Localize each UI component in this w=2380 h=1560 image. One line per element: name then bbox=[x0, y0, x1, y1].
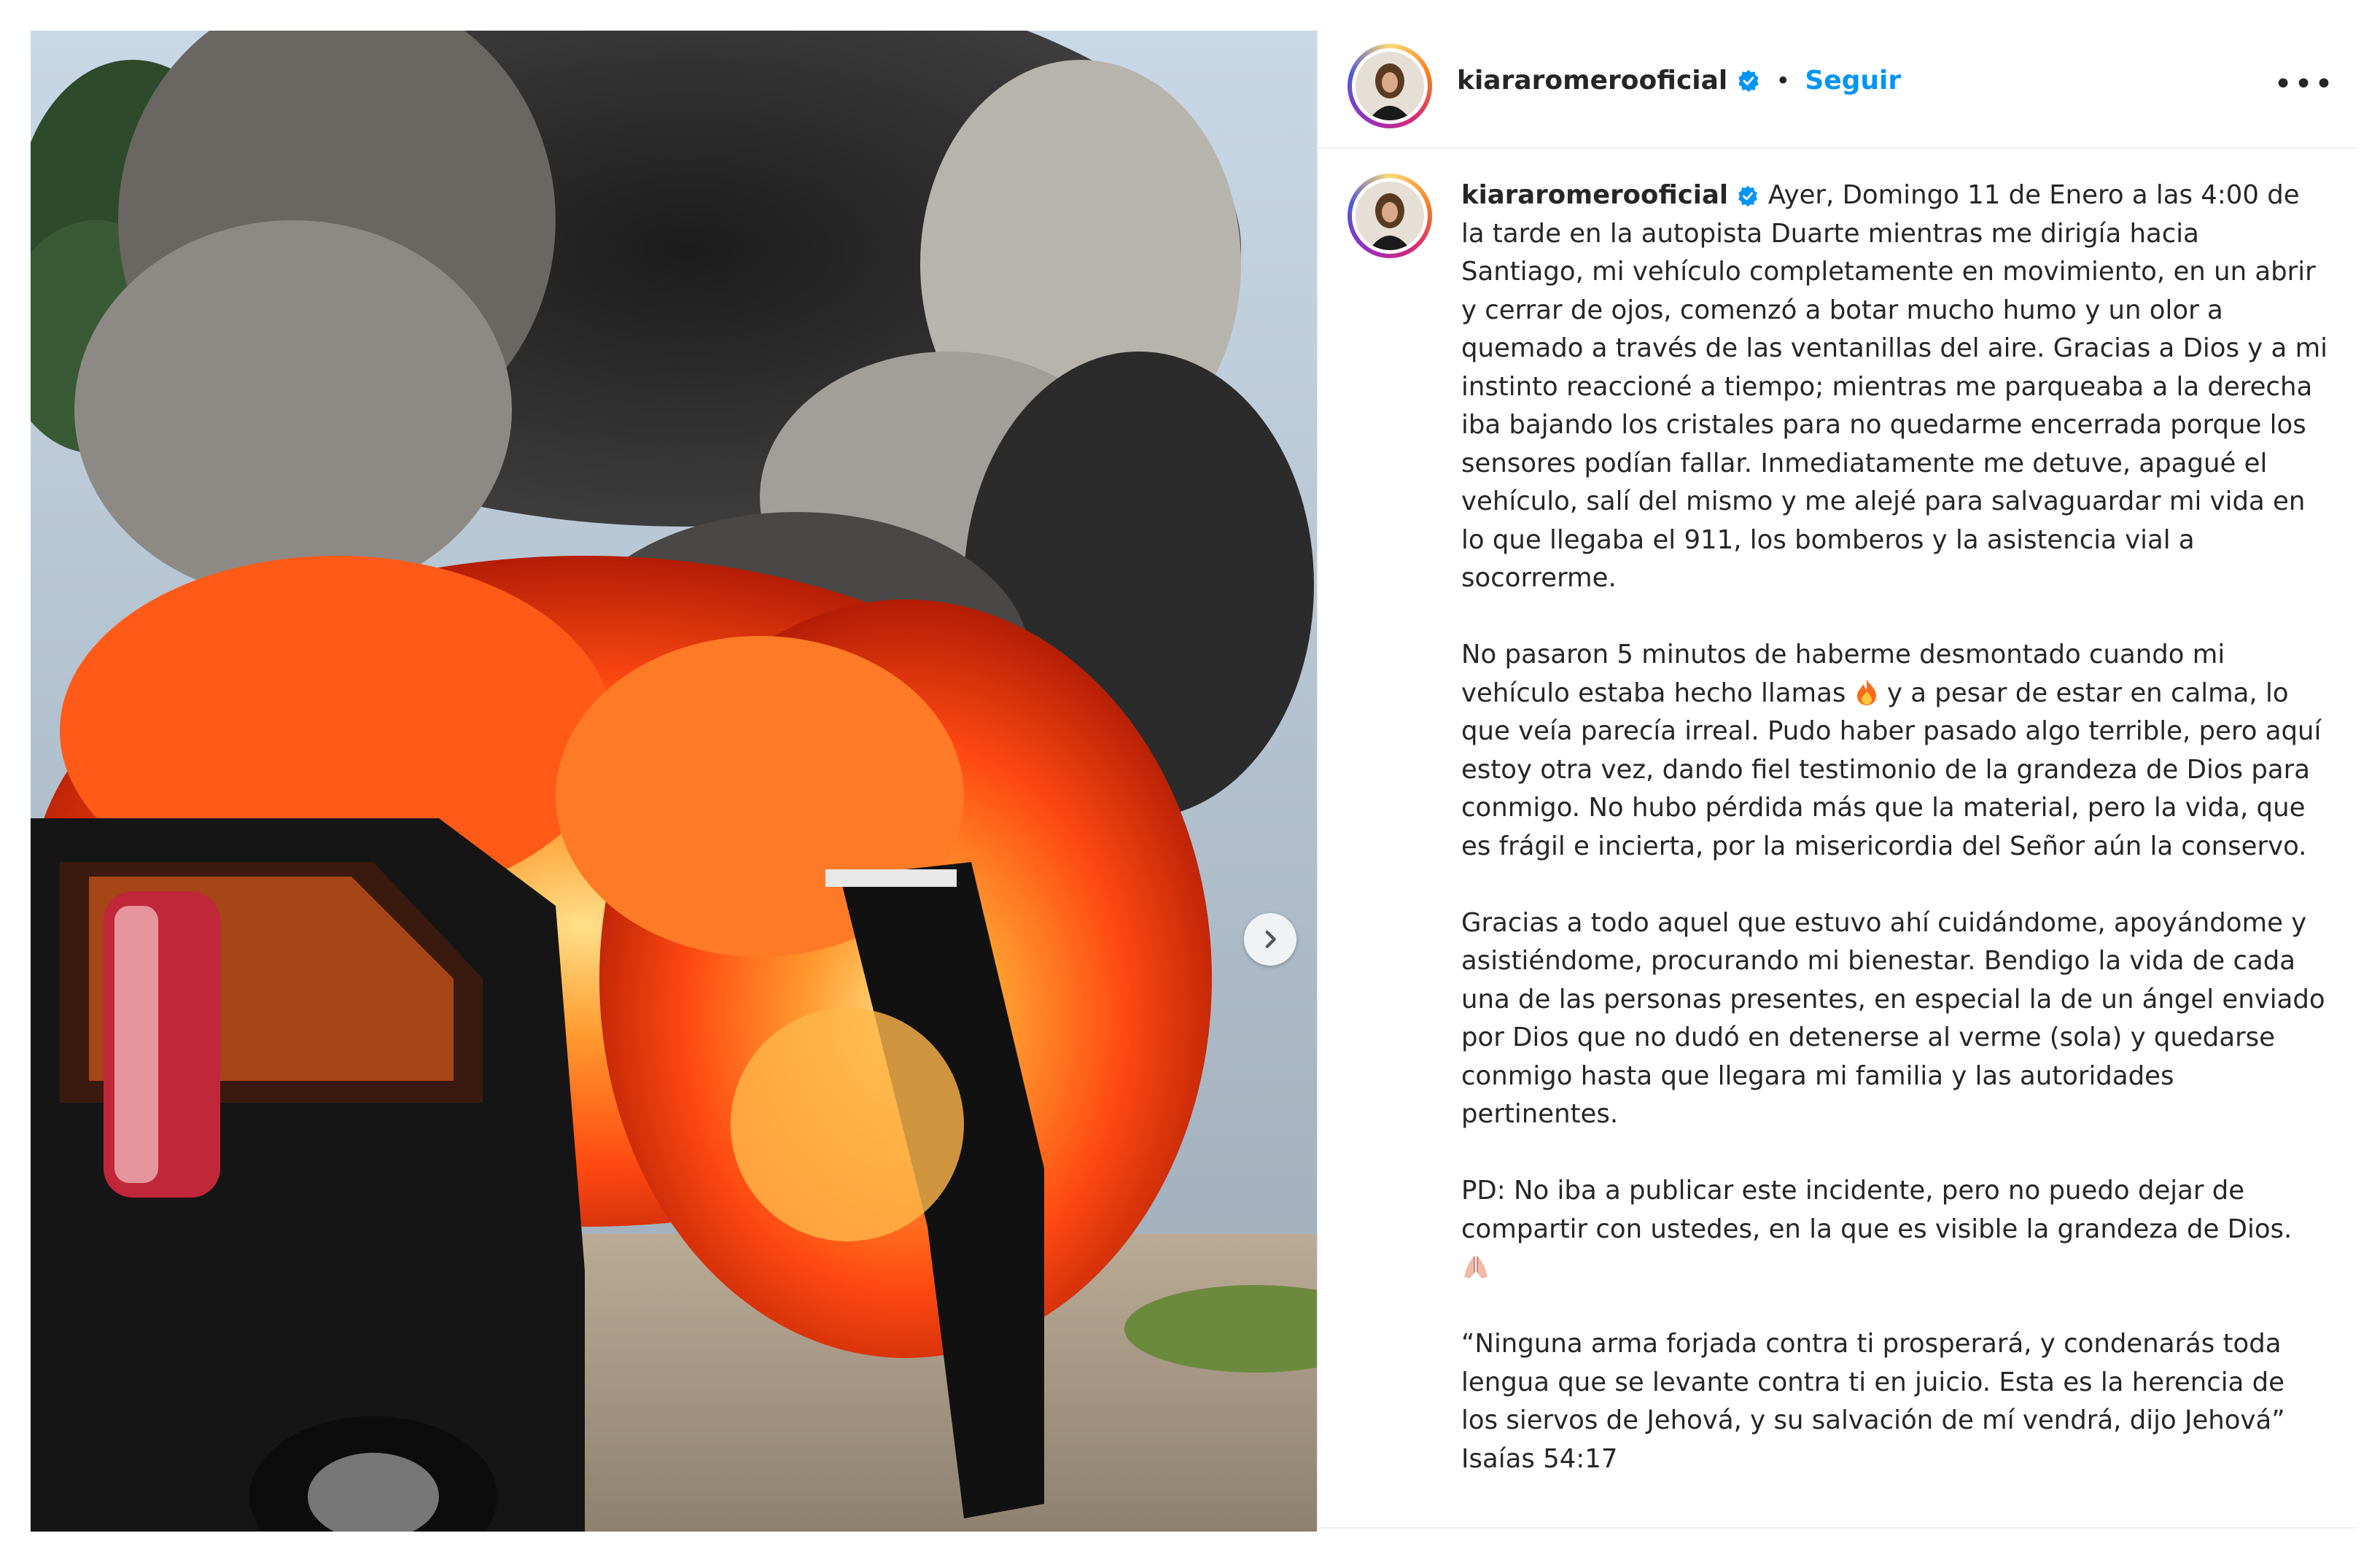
post-caption: kiararomerooficial Ayer, Domingo 11 de E… bbox=[1461, 176, 2329, 1517]
header-user-row: kiararomerooficial • Seguir bbox=[1457, 66, 1901, 96]
caption-quote: “Ninguna arma forjada contra ti prospera… bbox=[1461, 1329, 2285, 1435]
chevron-right-icon bbox=[1265, 930, 1276, 949]
profile-photo bbox=[1356, 182, 1424, 250]
caption-text: Ayer, Domingo 11 de Enero a las 4:00 de … bbox=[1461, 180, 2328, 593]
post-details-panel: kiararomerooficial • Seguir ••• kiararom… bbox=[1317, 31, 2357, 1532]
caption-paragraph-3: Gracias a todo aquel que estuvo ahí cuid… bbox=[1461, 907, 2325, 1130]
caption-paragraph-2: No pasaron 5 minutos de haberme desmonta… bbox=[1461, 636, 2329, 866]
caption-avatar[interactable] bbox=[1348, 174, 1432, 258]
avatar[interactable] bbox=[1348, 44, 1432, 128]
caption-text: PD: No iba a publicar este incidente, pe… bbox=[1461, 1176, 2292, 1244]
caption-paragraph-4: PD: No iba a publicar este incidente, pe… bbox=[1461, 1172, 2329, 1287]
profile-photo bbox=[1356, 52, 1424, 120]
next-image-button[interactable] bbox=[1244, 913, 1296, 966]
caption-username[interactable]: kiararomerooficial bbox=[1461, 180, 1728, 210]
caption-paragraph-5: “Ninguna arma forjada contra ti prospera… bbox=[1461, 1325, 2329, 1478]
divider bbox=[1318, 1527, 2357, 1529]
burning-car-photo bbox=[31, 31, 1317, 1532]
verified-badge-icon bbox=[1738, 69, 1759, 92]
praying-hands-emoji bbox=[1464, 1255, 1488, 1278]
caption-paragraph-1: kiararomerooficial Ayer, Domingo 11 de E… bbox=[1461, 176, 2329, 598]
fire-emoji bbox=[1856, 679, 1876, 705]
follow-button[interactable]: Seguir bbox=[1805, 66, 1901, 96]
more-options-icon[interactable]: ••• bbox=[2274, 69, 2335, 101]
post-image[interactable] bbox=[31, 31, 1317, 1532]
post-header: kiararomerooficial • Seguir ••• bbox=[1318, 31, 2357, 149]
header-username[interactable]: kiararomerooficial bbox=[1457, 66, 1727, 96]
verified-badge-icon bbox=[1738, 185, 1758, 207]
separator-dot: • bbox=[1776, 66, 1791, 96]
caption-bible-reference: Isaías 54:17 bbox=[1461, 1443, 1618, 1474]
